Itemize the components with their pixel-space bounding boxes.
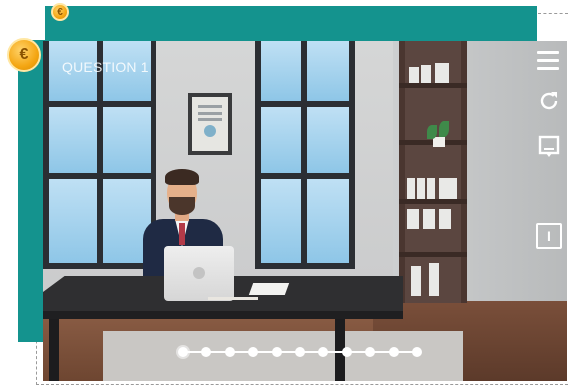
progress-dot[interactable] bbox=[271, 347, 282, 357]
header-bar bbox=[45, 6, 537, 46]
progress-dot[interactable] bbox=[388, 347, 399, 357]
plant-pot bbox=[433, 137, 445, 147]
progress-dot[interactable] bbox=[248, 347, 259, 357]
laptop bbox=[164, 246, 234, 301]
wall-certificate bbox=[188, 93, 232, 155]
person-hair bbox=[165, 169, 199, 185]
paper bbox=[248, 283, 290, 295]
info-dialog-icon[interactable]: I bbox=[536, 223, 562, 249]
question-progress bbox=[178, 344, 422, 360]
progress-dot[interactable] bbox=[318, 347, 329, 357]
coin-icon: € bbox=[51, 3, 69, 21]
plant-leaf bbox=[439, 121, 449, 137]
coin-glyph: € bbox=[57, 6, 63, 18]
pen bbox=[208, 297, 258, 300]
person-beard bbox=[169, 197, 195, 215]
progress-dot[interactable] bbox=[295, 347, 305, 357]
plant-leaf bbox=[427, 125, 437, 139]
coin-icon: € bbox=[7, 38, 41, 72]
coin-glyph: € bbox=[19, 46, 29, 63]
office-scene: QUESTION 1 bbox=[43, 41, 567, 381]
guide-line bbox=[36, 384, 568, 385]
desk-leg bbox=[49, 319, 59, 381]
progress-dot[interactable] bbox=[201, 347, 212, 357]
progress-dot[interactable] bbox=[224, 347, 235, 357]
guide-line bbox=[538, 13, 568, 14]
info-glyph: I bbox=[547, 228, 551, 244]
side-toolbar: I bbox=[530, 41, 568, 381]
question-label: QUESTION 1 bbox=[62, 59, 149, 75]
bookshelf bbox=[399, 41, 467, 303]
refresh-icon[interactable] bbox=[537, 89, 561, 113]
hamburger-menu-icon[interactable] bbox=[537, 49, 561, 73]
progress-dot[interactable] bbox=[365, 347, 376, 357]
progress-dot[interactable] bbox=[178, 347, 188, 357]
window-left bbox=[43, 41, 156, 269]
note-icon[interactable] bbox=[537, 135, 561, 159]
window-right bbox=[255, 41, 355, 269]
progress-dot[interactable] bbox=[412, 347, 422, 357]
progress-dot[interactable] bbox=[341, 347, 352, 357]
side-frame bbox=[18, 40, 46, 342]
person-tie bbox=[179, 223, 185, 245]
desk-edge bbox=[43, 311, 403, 319]
